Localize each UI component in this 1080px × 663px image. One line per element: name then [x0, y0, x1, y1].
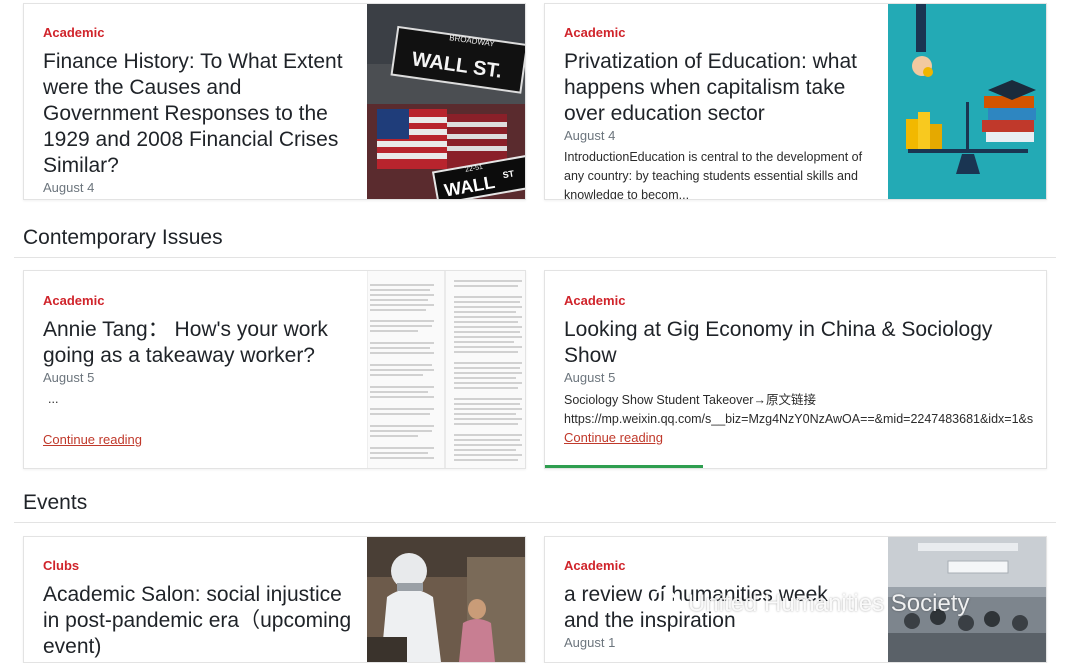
section-title-contemporary: Contemporary Issues [23, 226, 223, 249]
category-label[interactable]: Academic [43, 293, 104, 308]
article-excerpt: ... [48, 392, 59, 406]
article-excerpt: Sociology Show Student Takeover→原文链接 [564, 393, 816, 407]
continue-reading-link[interactable]: Continue reading [43, 432, 142, 447]
street-sign-st: ST [502, 168, 516, 180]
article-title[interactable]: Privatization of Education: what happens… [564, 49, 884, 127]
watermark-text: United Humanities Society [688, 589, 970, 617]
article-title[interactable]: Academic Salon: social injustice in post… [43, 582, 353, 660]
article-card-academic-salon[interactable]: Clubs Academic Salon: social injustice i… [23, 536, 526, 663]
article-card-privatization[interactable]: Academic Privatization of Education: wha… [544, 3, 1047, 200]
section-title-events: Events [23, 491, 88, 514]
article-date: August 4 [564, 128, 616, 143]
article-title[interactable]: Annie Tang： How's your work going as a t… [43, 317, 353, 369]
article-title[interactable]: Looking at Gig Economy in China & Sociol… [564, 317, 1034, 369]
flag-image [377, 109, 507, 169]
category-label[interactable]: Clubs [43, 558, 79, 573]
wechat-icon [652, 588, 682, 621]
education-illustration [888, 4, 1046, 199]
continue-reading-link[interactable]: Continue reading [564, 430, 663, 445]
article-date: August 4 [43, 180, 95, 195]
document-thumbnail [367, 271, 525, 468]
category-label[interactable]: Academic [43, 25, 104, 40]
category-label[interactable]: Academic [564, 558, 625, 573]
article-excerpt-link: https://mp.weixin.qq.com/s__biz=Mzg4NzY0… [564, 412, 1034, 426]
category-label[interactable]: Academic [564, 293, 625, 308]
article-card-finance-history[interactable]: Academic Finance History: To What Extent… [23, 3, 526, 200]
section-divider [14, 522, 1056, 523]
pandemic-worker-photo [367, 537, 525, 662]
article-date: August 5 [564, 370, 616, 385]
article-date: August 1 [564, 635, 616, 650]
article-date: August 5 [43, 370, 95, 385]
wall-street-image: BROADWAY WALL ST. 22-51 WALL ST [367, 4, 525, 199]
section-divider [14, 257, 1056, 258]
reading-progress-bar [545, 465, 703, 468]
article-card-annie-tang[interactable]: Academic Annie Tang： How's your work goi… [23, 270, 526, 469]
watermark: United Humanities Society [652, 588, 969, 621]
category-label[interactable]: Academic [564, 25, 625, 40]
article-title[interactable]: Finance History: To What Extent were the… [43, 49, 353, 179]
article-excerpt: IntroductionEducation is central to the … [564, 150, 863, 199]
article-card-gig-economy[interactable]: Academic Looking at Gig Economy in China… [544, 270, 1047, 469]
